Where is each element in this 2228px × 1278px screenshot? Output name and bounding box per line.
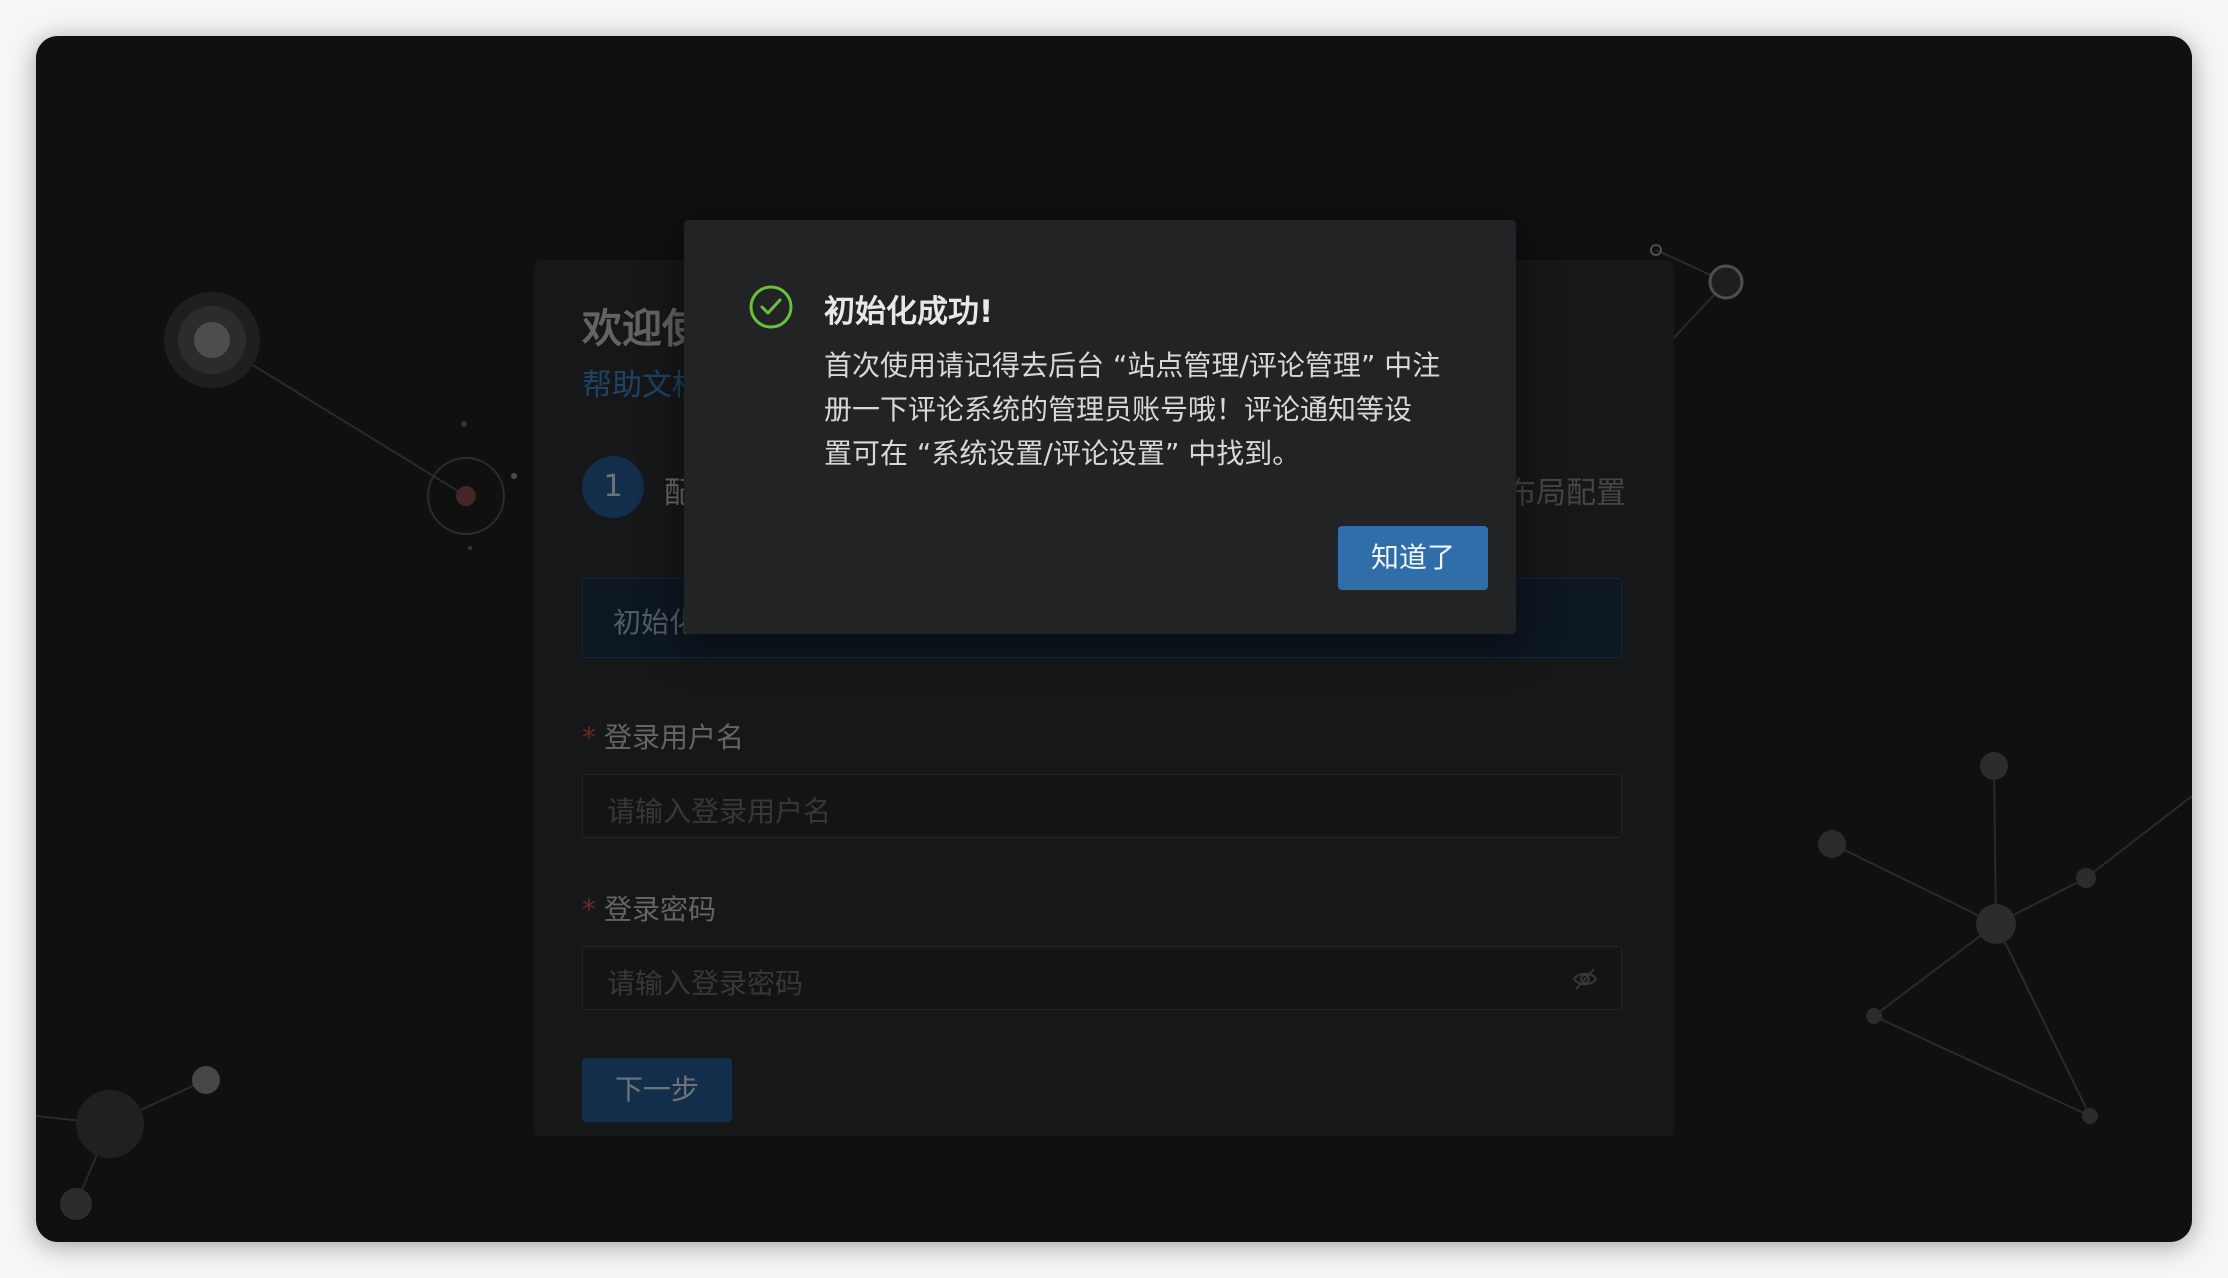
dialog-title: 初始化成功! — [824, 294, 994, 330]
check-circle-icon — [749, 285, 793, 329]
init-success-dialog: 初始化成功! 首次使用请记得去后台 “站点管理/评论管理” 中注 册一下评论系统… — [684, 220, 1516, 634]
dialog-message-line: 册一下评论系统的管理员账号哦！评论通知等设 — [824, 393, 1413, 426]
app-window: 欢迎使 帮助文档 1 配 布局配置 初始化 *登录用户名 请输入登录用户名 *登… — [36, 36, 2192, 1242]
modal-overlay[interactable] — [36, 36, 2192, 1242]
dialog-message: 首次使用请记得去后台 “站点管理/评论管理” 中注 册一下评论系统的管理员账号哦… — [824, 344, 1464, 476]
dialog-message-line: 置可在 “系统设置/评论设置” 中找到。 — [824, 437, 1301, 470]
got-it-button[interactable]: 知道了 — [1338, 526, 1488, 590]
dialog-message-line: 首次使用请记得去后台 “站点管理/评论管理” 中注 — [824, 349, 1441, 382]
